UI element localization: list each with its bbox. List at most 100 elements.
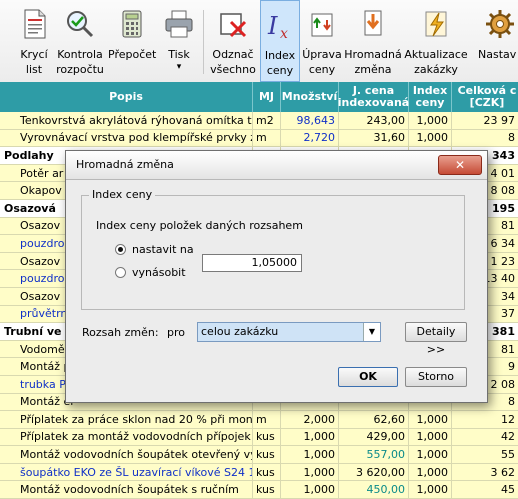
toolbar-button-update-order[interactable]: Aktualizace zakázky bbox=[404, 0, 468, 82]
cell-description[interactable]: šoupátko EKO ze ŠL uzavírací víkové S24 … bbox=[0, 463, 253, 481]
cell-unit-price[interactable]: 31,60 bbox=[339, 129, 409, 147]
column-header-description[interactable]: Popis bbox=[0, 82, 253, 112]
cell-description[interactable]: Příplatek za práce sklon nad 20 % při mo… bbox=[0, 411, 253, 428]
cell-total[interactable]: 45 bbox=[452, 481, 518, 498]
cell-price-index[interactable]: 1,000 bbox=[409, 112, 452, 129]
document-icon bbox=[24, 9, 46, 39]
cell-unit-price[interactable]: 557,00 bbox=[339, 446, 409, 463]
dialog-title: Hromadná změna bbox=[76, 158, 174, 171]
cell-total[interactable]: 42 bbox=[452, 429, 518, 446]
group-legend: Index ceny bbox=[89, 188, 156, 201]
table-row[interactable]: Příplatek za montáž vodovodních přípojek… bbox=[0, 428, 518, 447]
cell-price-index[interactable]: 1,000 bbox=[409, 129, 452, 147]
details-button[interactable]: Detaily >> bbox=[405, 322, 467, 356]
cell-unit-price[interactable]: 3 620,00 bbox=[339, 463, 409, 481]
cell-quantity[interactable]: 1,000 bbox=[281, 446, 339, 463]
cell-quantity[interactable]: 1,000 bbox=[281, 481, 339, 499]
column-header-unit[interactable]: MJ bbox=[253, 82, 281, 112]
radio-multiply[interactable] bbox=[115, 267, 126, 278]
toolbar-button-recalculate[interactable]: Přepočet bbox=[108, 0, 156, 82]
toolbar-button-price-index[interactable]: I x Index ceny bbox=[260, 0, 300, 82]
cell-unit-price[interactable]: 62,60 bbox=[339, 411, 409, 428]
toolbar-button-budget-check[interactable]: Kontrola rozpočtu bbox=[56, 0, 104, 82]
close-button[interactable]: ✕ bbox=[438, 155, 482, 175]
magnifier-check-icon bbox=[67, 11, 94, 38]
svg-text:x: x bbox=[280, 26, 288, 41]
chevron-down-icon[interactable]: ▾ bbox=[160, 62, 198, 72]
cell-price-index[interactable]: 1,000 bbox=[409, 428, 452, 446]
column-header-unit-price[interactable]: J. cena indexovaná bbox=[338, 82, 409, 112]
radio-multiply-label[interactable]: vynásobit bbox=[132, 266, 186, 279]
cell-unit-price[interactable]: 450,00 bbox=[339, 481, 409, 499]
column-header-price-index[interactable]: Index ceny bbox=[409, 82, 452, 112]
table-row[interactable]: Vyrovnávací vrstva pod klempířské prvky … bbox=[0, 129, 518, 148]
index-price-icon: I x bbox=[267, 12, 288, 41]
radio-set-to-label[interactable]: nastavit na bbox=[132, 243, 194, 256]
dialog-title-bar[interactable]: Hromadná změna ✕ bbox=[66, 151, 487, 180]
cell-total[interactable]: 23 97 bbox=[452, 112, 518, 129]
cell-price-index[interactable]: 1,000 bbox=[409, 463, 452, 481]
toolbar-button-cover-sheet[interactable]: Krycí list bbox=[16, 0, 52, 82]
radio-set-to[interactable] bbox=[115, 244, 126, 255]
range-label: Rozsah změn: bbox=[82, 326, 159, 339]
toolbar-button-uncheck-all[interactable]: Odznač všechno bbox=[208, 0, 258, 82]
cell-description[interactable]: Příplatek za montáž vodovodních přípojek… bbox=[0, 428, 253, 446]
table-row[interactable]: Montáž vodovodních šoupátek s ručním kus 1… bbox=[0, 481, 518, 499]
table-row[interactable]: Příplatek za práce sklon nad 20 % při mo… bbox=[0, 411, 518, 429]
range-for-label: pro bbox=[167, 326, 185, 339]
toolbar-label: Index ceny bbox=[264, 49, 296, 77]
cell-total[interactable]: 55 bbox=[452, 446, 518, 463]
toolbar-label: Kontrola rozpočtu bbox=[56, 48, 104, 76]
cancel-button[interactable]: Storno bbox=[405, 367, 467, 387]
cell-unit[interactable]: m bbox=[253, 129, 281, 147]
cell-quantity[interactable]: 98,643 bbox=[281, 112, 339, 129]
cell-total[interactable]: 8 bbox=[452, 130, 518, 147]
table-row[interactable]: šoupátko EKO ze ŠL uzavírací víkové S24 … bbox=[0, 463, 518, 482]
bulk-change-dialog: Hromadná změna ✕ Index ceny Index ceny p… bbox=[65, 150, 488, 403]
cell-total[interactable]: 3 62 bbox=[452, 464, 518, 481]
toolbar-label: Krycí list bbox=[20, 48, 48, 76]
column-header-total[interactable]: Celková c [CZK] bbox=[452, 82, 518, 112]
cell-unit[interactable]: kus bbox=[253, 463, 281, 481]
cell-price-index[interactable]: 1,000 bbox=[409, 481, 452, 499]
cell-total[interactable]: 12 bbox=[452, 411, 518, 428]
grid-header: Popis MJ Množství J. cena indexovaná Ind… bbox=[0, 82, 518, 112]
range-select[interactable]: celou zakázku ▼ bbox=[197, 322, 381, 342]
cell-quantity[interactable]: 2,000 bbox=[281, 411, 339, 428]
column-header-quantity[interactable]: Množství bbox=[281, 82, 339, 112]
bulk-change-icon bbox=[364, 10, 382, 36]
cell-unit[interactable]: m2 bbox=[253, 112, 281, 129]
cell-unit[interactable]: kus bbox=[253, 446, 281, 463]
cell-description[interactable]: Montáž vodovodních šoupátek s ručním bbox=[0, 481, 253, 499]
cell-description[interactable]: Tenkovrstvá akrylátová rýhovaná omítka t… bbox=[0, 112, 253, 129]
toolbar-label: Odznač všechno bbox=[210, 48, 256, 76]
cell-unit[interactable]: kus bbox=[253, 481, 281, 499]
cell-description[interactable]: Montáž vodovodních šoupátek otevřený výk… bbox=[0, 446, 253, 463]
cell-unit-price[interactable]: 243,00 bbox=[339, 112, 409, 129]
toolbar-label: Tisk bbox=[168, 48, 190, 61]
toolbar-label: Přepočet bbox=[108, 48, 157, 61]
cell-unit-price[interactable]: 429,00 bbox=[339, 428, 409, 446]
toolbar-button-print[interactable]: Tisk ▾ bbox=[160, 0, 198, 82]
cell-price-index[interactable]: 1,000 bbox=[409, 411, 452, 428]
cell-quantity[interactable]: 2,720 bbox=[281, 129, 339, 147]
table-row[interactable]: Tenkovrstvá akrylátová rýhovaná omítka t… bbox=[0, 112, 518, 130]
uncheck-icon bbox=[220, 13, 247, 38]
toolbar-label: Hromadná změna bbox=[344, 48, 402, 76]
cell-quantity[interactable]: 1,000 bbox=[281, 463, 339, 481]
toolbar-button-settings[interactable]: Nastav bbox=[476, 0, 518, 82]
range-select-value: celou zakázku bbox=[201, 325, 279, 338]
ok-button[interactable]: OK bbox=[338, 367, 398, 387]
cell-price-index[interactable]: 1,000 bbox=[409, 446, 452, 463]
cell-unit[interactable]: m bbox=[253, 411, 281, 428]
toolbar-button-price-adjust[interactable]: Úprava ceny bbox=[302, 0, 342, 82]
cell-description[interactable]: Vyrovnávací vrstva pod klempířské prvky … bbox=[0, 129, 253, 147]
cell-quantity[interactable]: 1,000 bbox=[281, 428, 339, 446]
table-row[interactable]: Montáž vodovodních šoupátek otevřený výk… bbox=[0, 446, 518, 464]
index-value-input[interactable]: 1,05000 bbox=[202, 254, 302, 272]
update-bolt-icon bbox=[425, 11, 447, 37]
cell-unit[interactable]: kus bbox=[253, 428, 281, 446]
chevron-down-icon[interactable]: ▼ bbox=[363, 323, 380, 341]
toolbar-button-bulk-change[interactable]: Hromadná změna bbox=[344, 0, 402, 82]
price-adjust-icon bbox=[311, 13, 333, 37]
